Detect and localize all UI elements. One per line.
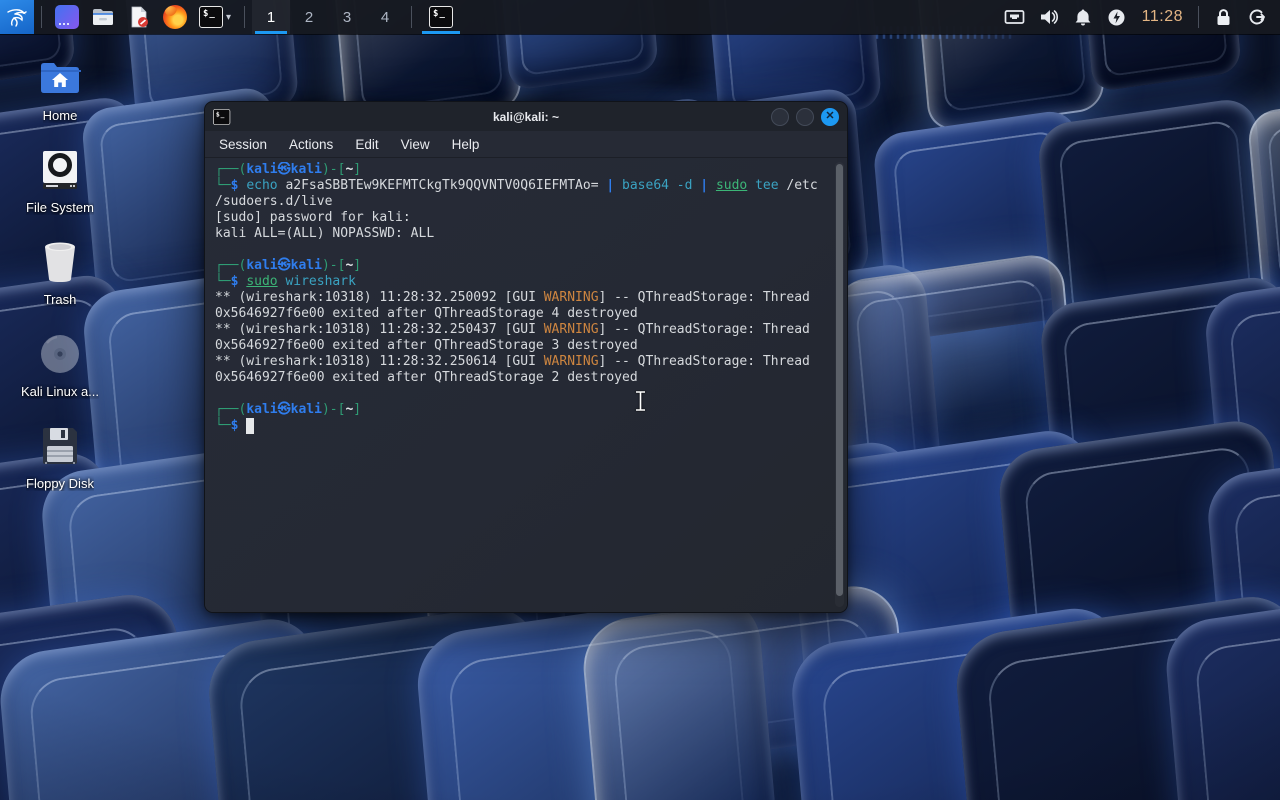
bell-icon: [1075, 9, 1091, 25]
panel-clock[interactable]: 11:28: [1134, 8, 1191, 26]
workspace-1[interactable]: 1: [252, 0, 291, 34]
launcher-file-manager[interactable]: [85, 0, 121, 34]
menu-help[interactable]: Help: [452, 137, 480, 152]
terminal-line: [sudo] password for kali:: [215, 210, 411, 225]
launcher-desktop-window[interactable]: [49, 0, 85, 34]
terminal-line: ** (wireshark:10318) 11:28:32.250437 [GU…: [215, 322, 810, 337]
terminal-output[interactable]: ┌──(kali㉿kali)-[~] └─$ echo a2FsaSBBTEw9K…: [215, 162, 827, 609]
menu-view[interactable]: View: [401, 137, 430, 152]
power-bolt-icon: [1108, 9, 1125, 25]
desktop-icon-column: Home File System Trash Kali Linux a... F…: [8, 52, 112, 495]
workspace-2[interactable]: 2: [290, 0, 328, 34]
home-folder-icon: [38, 56, 82, 100]
cd-disc-icon: [38, 332, 82, 376]
top-panel: $_ ▾ 1 2 3 4 $_ 11:28: [0, 0, 1280, 34]
desktop-icon-home[interactable]: Home: [8, 52, 112, 127]
desktop-icon-label: Home: [42, 108, 78, 123]
window-icon: [55, 5, 79, 29]
taskbar-terminal-window[interactable]: $_: [419, 0, 463, 34]
power-manager-tray-icon[interactable]: [1100, 0, 1134, 34]
terminal-line: /sudoers.d/live: [215, 194, 333, 209]
terminal-line: └─$: [215, 418, 827, 434]
terminal-line: kali ALL=(ALL) NOPASSWD: ALL: [215, 226, 435, 241]
minimize-button[interactable]: [771, 107, 789, 126]
terminal-line: 0x5646927f6e00 exited after QThreadStora…: [215, 370, 638, 385]
launcher-terminal[interactable]: $_ ▾: [193, 0, 237, 34]
terminal-line: ** (wireshark:10318) 11:28:32.250092 [GU…: [215, 290, 810, 305]
window-title: kali@kali: ~: [492, 109, 560, 124]
kali-dragon-icon: [7, 9, 27, 27]
terminal-line: 0x5646927f6e00 exited after QThreadStora…: [215, 306, 638, 321]
desktop-icon-trash[interactable]: Trash: [8, 236, 112, 311]
firefox-icon: [163, 5, 187, 29]
menu-actions[interactable]: Actions: [289, 137, 333, 152]
maximize-button[interactable]: [796, 107, 814, 126]
logout-icon: [1249, 9, 1265, 25]
panel-separator: [411, 6, 413, 28]
terminal-line: ┌──(kali㉿kali)-[~]: [215, 402, 362, 417]
document-icon: [131, 6, 148, 28]
terminal-icon: $_: [429, 6, 454, 28]
terminal-line: └─$ sudo wireshark: [215, 274, 356, 289]
chevron-down-icon[interactable]: ▾: [226, 12, 231, 23]
floppy-disk-icon: [38, 424, 82, 468]
desktop-icon-label: Floppy Disk: [26, 476, 94, 491]
qterminal-window: $_ kali@kali: ~ ✕ Session Actions Edit V…: [204, 101, 848, 613]
kali-menu-button[interactable]: [0, 0, 34, 34]
panel-separator: [1198, 6, 1199, 28]
window-menubar: Session Actions Edit View Help: [205, 131, 847, 158]
panel-separator: [244, 6, 246, 28]
terminal-line: ** (wireshark:10318) 11:28:32.250614 [GU…: [215, 354, 810, 369]
menu-session[interactable]: Session: [219, 137, 267, 152]
desktop-icon-floppy-disk[interactable]: Floppy Disk: [8, 420, 112, 495]
folder-icon: [93, 9, 113, 25]
workspace-3-label: 3: [342, 8, 352, 26]
desktop-icon-label: Trash: [43, 292, 77, 307]
lock-icon: [1217, 8, 1229, 25]
terminal-icon: $_: [199, 6, 223, 28]
network-tray-icon[interactable]: [998, 0, 1032, 34]
workspace-4-label: 4: [380, 8, 390, 26]
window-terminal-icon: $_: [213, 108, 231, 125]
launcher-text-editor[interactable]: [121, 0, 157, 34]
terminal-body[interactable]: ┌──(kali㉿kali)-[~] └─$ echo a2FsaSBBTEw9K…: [205, 158, 847, 612]
desktop-icon-label: File System: [26, 200, 94, 215]
desktop-icon-label: Kali Linux a...: [20, 384, 100, 399]
scrollbar-thumb[interactable]: [836, 164, 843, 596]
panel-separator: [41, 6, 42, 28]
workspace-4[interactable]: 4: [366, 0, 404, 34]
hard-drive-icon: [38, 148, 82, 192]
lock-screen-button[interactable]: [1206, 0, 1240, 34]
menu-edit[interactable]: Edit: [355, 137, 378, 152]
launcher-firefox[interactable]: [157, 0, 193, 34]
desktop-icon-kali-installer[interactable]: Kali Linux a...: [8, 328, 112, 403]
terminal-line: 0x5646927f6e00 exited after QThreadStora…: [215, 338, 638, 353]
speaker-icon: [1040, 10, 1058, 24]
terminal-line: ┌──(kali㉿kali)-[~]: [215, 162, 362, 177]
window-titlebar[interactable]: $_ kali@kali: ~ ✕: [205, 102, 847, 131]
desktop-icon-file-system[interactable]: File System: [8, 144, 112, 219]
workspace-1-label: 1: [266, 8, 276, 26]
terminal-line: └─$ echo a2FsaSBBTEw9KEFMTCkgTk9QQVNTV0Q…: [215, 178, 818, 193]
terminal-scrollbar[interactable]: [835, 162, 844, 607]
log-out-button[interactable]: [1240, 0, 1274, 34]
close-icon: ✕: [825, 110, 835, 122]
close-button[interactable]: ✕: [821, 107, 839, 126]
workspace-3[interactable]: 3: [328, 0, 366, 34]
window-buttons: ✕: [771, 107, 839, 126]
volume-tray-icon[interactable]: [1032, 0, 1066, 34]
trash-can-icon: [38, 240, 82, 284]
ethernet-icon: [1004, 10, 1025, 24]
workspace-2-label: 2: [304, 8, 314, 26]
terminal-line: ┌──(kali㉿kali)-[~]: [215, 258, 362, 273]
notifications-tray-icon[interactable]: [1066, 0, 1100, 34]
